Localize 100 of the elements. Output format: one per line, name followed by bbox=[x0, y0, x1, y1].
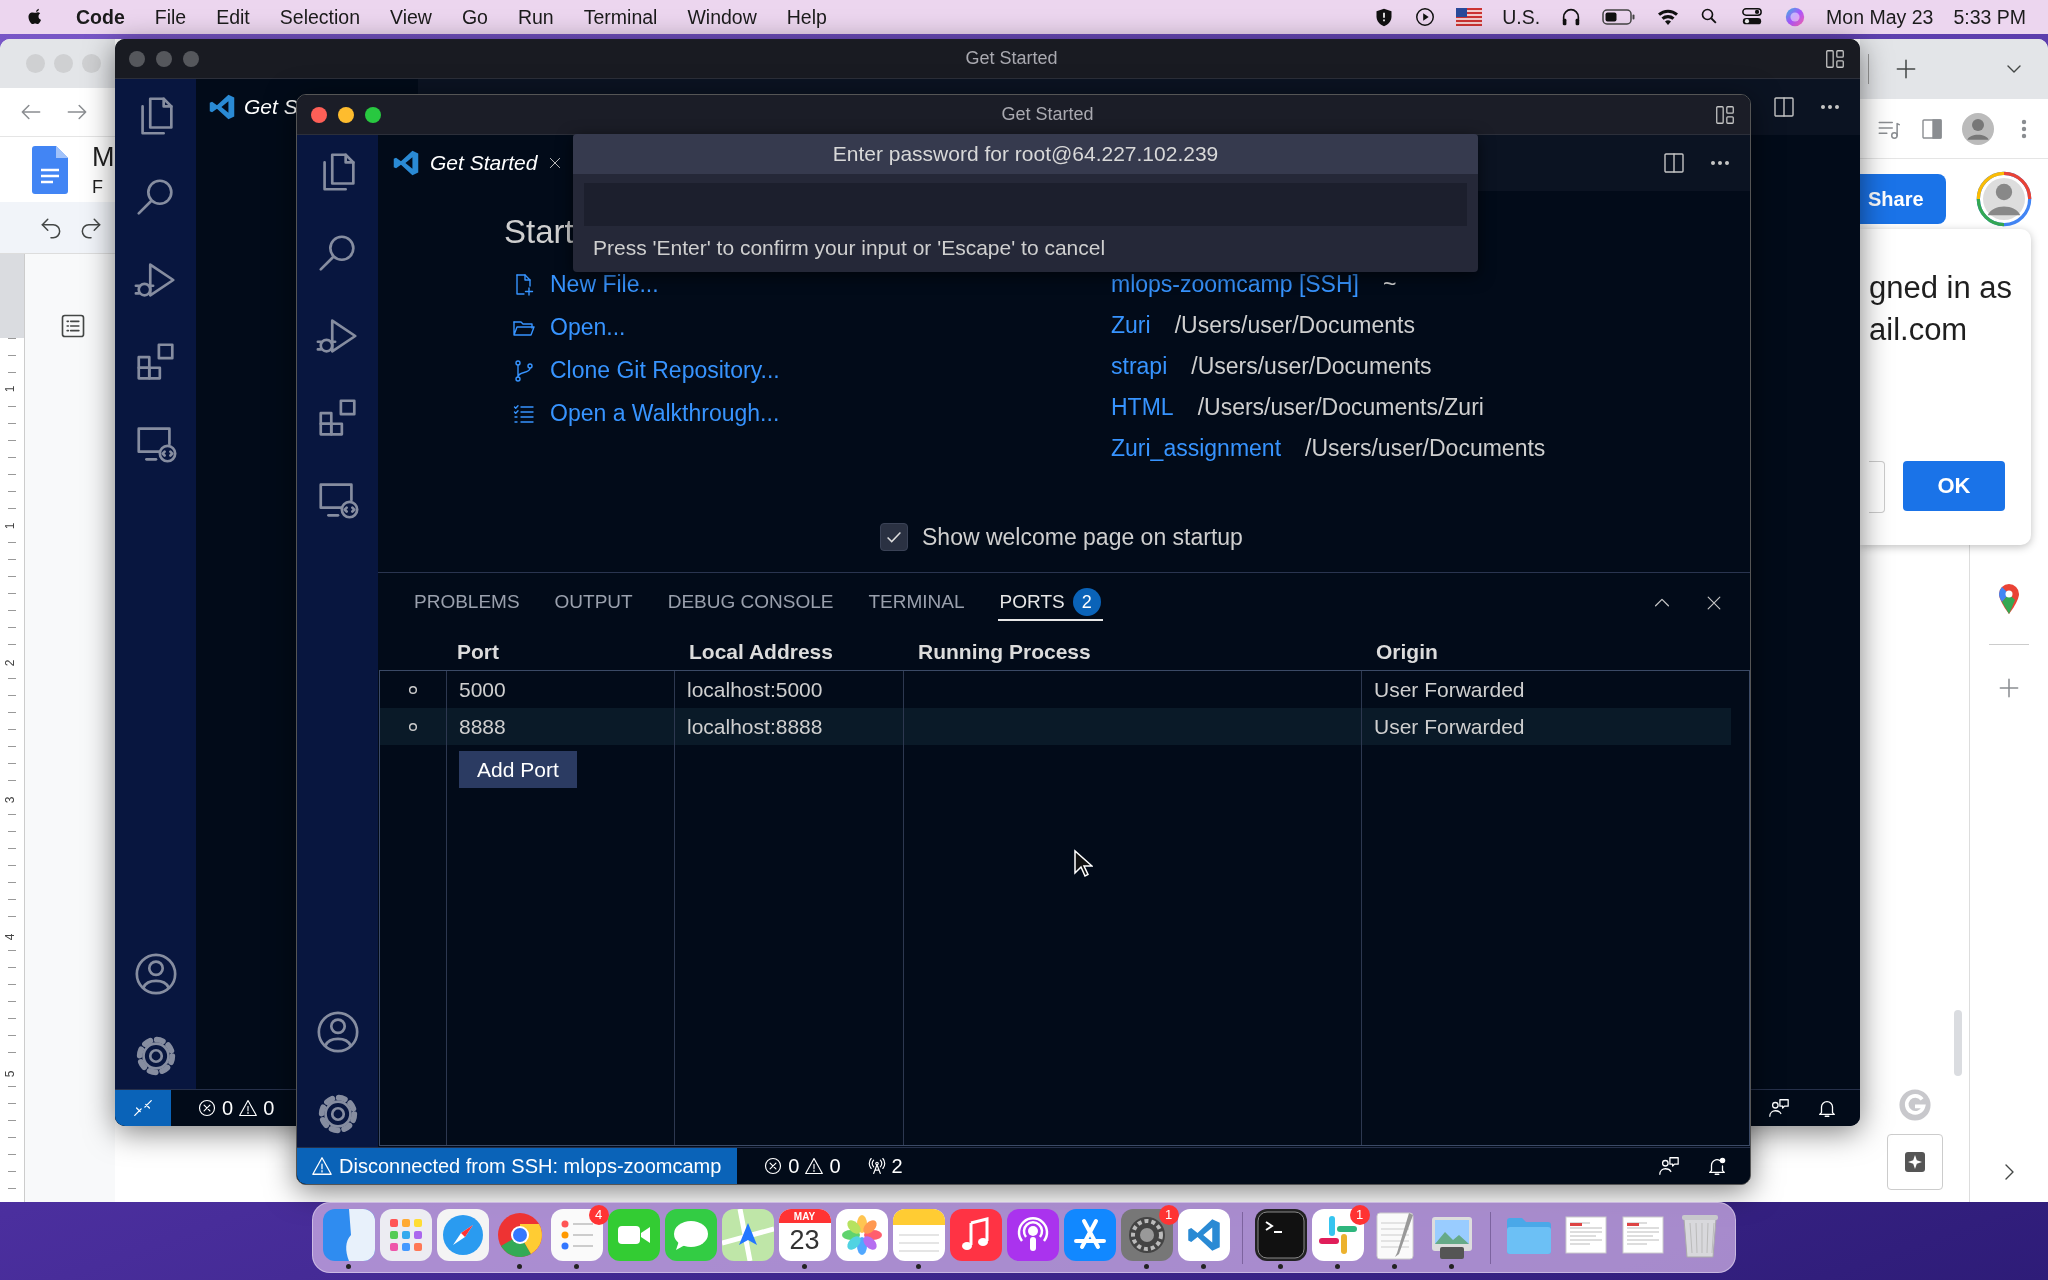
menu-item[interactable]: Edit bbox=[216, 5, 250, 29]
wifi-icon[interactable] bbox=[1656, 7, 1681, 27]
window-title: Get Started bbox=[1000, 104, 1095, 125]
remote-indicator[interactable]: Disconnected from SSH: mlops-zoomcamp bbox=[297, 1148, 738, 1184]
sparkle-icon bbox=[1902, 1150, 1927, 1174]
table-cell: 8888 bbox=[447, 708, 675, 745]
link[interactable]: Open... bbox=[550, 314, 626, 341]
menu-item[interactable]: Selection bbox=[279, 5, 360, 29]
problems-status[interactable]: 0 0 bbox=[763, 1154, 841, 1178]
app-menu[interactable]: Code bbox=[76, 5, 125, 29]
sparkle-button[interactable] bbox=[1886, 1134, 1943, 1190]
table-cell-text: User Forwarded bbox=[1373, 713, 1526, 740]
panel-tab[interactable]: TERMINAL bbox=[866, 585, 967, 621]
terminal-icon[interactable] bbox=[1254, 1208, 1307, 1261]
section-heading: Start bbox=[504, 213, 574, 252]
map-pin-icon[interactable] bbox=[1997, 584, 2021, 614]
hash-icon[interactable] bbox=[1311, 1208, 1364, 1261]
document-icon[interactable] bbox=[32, 145, 68, 194]
window-title: Get Started bbox=[964, 48, 1059, 69]
link[interactable]: mlops-zoomcamp [SSH] bbox=[1111, 271, 1359, 298]
column-header: Port bbox=[456, 638, 500, 665]
menu-item[interactable]: File bbox=[154, 5, 187, 29]
notification-badge: 1 bbox=[1349, 1204, 1370, 1225]
notification-badge: 4 bbox=[588, 1204, 609, 1225]
add-port-button[interactable]: Add Port bbox=[459, 751, 577, 788]
link[interactable]: strapi bbox=[1111, 353, 1168, 380]
notepad-icon[interactable] bbox=[892, 1208, 945, 1261]
problems-status[interactable]: 0 0 bbox=[197, 1096, 275, 1120]
code-editor-icon[interactable] bbox=[1177, 1208, 1230, 1261]
count-badge: 2 bbox=[1072, 588, 1101, 616]
feedback-icon[interactable] bbox=[1768, 1097, 1790, 1119]
folder-path: ~ bbox=[1382, 271, 1397, 298]
calendar-icon[interactable]: MAY 23 bbox=[778, 1208, 831, 1261]
remote-indicator[interactable] bbox=[115, 1090, 171, 1126]
warning-icon bbox=[804, 1156, 825, 1176]
outline-icon[interactable] bbox=[59, 312, 87, 340]
pointer-icon bbox=[1073, 849, 1093, 879]
menu-item[interactable]: Go bbox=[461, 5, 488, 29]
remote-icon bbox=[132, 1097, 154, 1119]
link[interactable]: HTML bbox=[1111, 394, 1174, 421]
map-icon[interactable] bbox=[721, 1208, 774, 1261]
warning-icon bbox=[238, 1098, 259, 1118]
menu-bar-date: Mon May 23 bbox=[1826, 5, 1934, 29]
folder-path: /Users/user/Documents bbox=[1305, 435, 1546, 462]
share-button[interactable]: Share bbox=[1860, 174, 1946, 224]
ok-button[interactable]: OK bbox=[1903, 461, 2005, 511]
chat-bubble-icon[interactable] bbox=[664, 1208, 717, 1261]
avatar[interactable] bbox=[1976, 171, 2032, 227]
music-note-icon[interactable] bbox=[949, 1208, 1002, 1261]
app-grid-icon[interactable] bbox=[379, 1208, 432, 1261]
menu-item[interactable]: View bbox=[390, 5, 432, 29]
link[interactable]: New File... bbox=[550, 271, 659, 298]
avatar[interactable] bbox=[1962, 112, 1994, 145]
panel-tab[interactable]: OUTPUT bbox=[552, 585, 635, 621]
play-circle-icon[interactable] bbox=[1414, 6, 1437, 28]
feedback-icon[interactable] bbox=[1658, 1155, 1680, 1177]
link[interactable]: Open a Walkthrough... bbox=[550, 400, 780, 427]
prompt-hint: Press 'Enter' to confirm your input or 'Escape' to cancel bbox=[592, 235, 1107, 260]
window-control[interactable] bbox=[338, 106, 354, 123]
layout-icon[interactable] bbox=[1714, 103, 1736, 126]
checklist-icon[interactable] bbox=[550, 1208, 603, 1261]
menu-item[interactable]: Run bbox=[517, 5, 554, 29]
menu-bar-clock: 5:33 PM bbox=[1953, 5, 2026, 29]
input-source-label[interactable]: U.S. bbox=[1502, 5, 1541, 29]
gear-icon[interactable] bbox=[1120, 1208, 1173, 1261]
split-editor-icon[interactable] bbox=[1772, 95, 1796, 119]
compass-icon[interactable] bbox=[436, 1208, 489, 1261]
checkbox-label: Show welcome page on startup bbox=[922, 523, 1243, 551]
document-title[interactable]: M bbox=[92, 141, 115, 173]
flower-icon[interactable] bbox=[835, 1208, 888, 1261]
split-editor-icon[interactable] bbox=[1662, 151, 1686, 175]
window-control[interactable] bbox=[365, 106, 381, 123]
table-row[interactable]: 8888 localhost:8888 User Forwarded bbox=[380, 708, 1731, 745]
layout-icon[interactable] bbox=[1824, 47, 1846, 70]
error-icon bbox=[763, 1156, 784, 1176]
panel-tab[interactable]: PROBLEMS bbox=[412, 585, 522, 621]
podcast-icon[interactable] bbox=[1006, 1208, 1059, 1261]
checkbox[interactable] bbox=[880, 523, 908, 551]
panel-tab[interactable]: DEBUG CONSOLE bbox=[665, 585, 836, 621]
antenna-icon bbox=[866, 1156, 887, 1176]
notifications-icon[interactable] bbox=[1706, 1155, 1728, 1177]
menu-item[interactable]: Help bbox=[786, 5, 827, 29]
app-store-icon[interactable] bbox=[1063, 1208, 1116, 1261]
link[interactable]: Zuri_assignment bbox=[1111, 435, 1282, 462]
ports-status[interactable]: 2 bbox=[866, 1154, 903, 1178]
menu-item[interactable]: Terminal bbox=[583, 5, 658, 29]
menu-item[interactable]: F bbox=[92, 176, 115, 198]
battery-icon[interactable] bbox=[1602, 8, 1637, 26]
video-camera-icon[interactable] bbox=[607, 1208, 660, 1261]
orb-icon[interactable] bbox=[1784, 6, 1807, 28]
flag-icon[interactable] bbox=[1456, 8, 1483, 26]
column-header: Local Address bbox=[688, 638, 834, 665]
link[interactable]: Zuri bbox=[1111, 312, 1151, 339]
window-control[interactable] bbox=[311, 106, 327, 123]
shield-icon[interactable] bbox=[1374, 6, 1395, 28]
side-panel-icon[interactable] bbox=[1920, 116, 1944, 141]
prompt-title: Enter password for root@64.227.102.239 bbox=[573, 134, 1478, 174]
menu-item[interactable]: Window bbox=[687, 5, 757, 29]
link[interactable]: Clone Git Repository... bbox=[550, 357, 780, 384]
panel-tab[interactable]: PORTS 2 bbox=[997, 585, 1103, 621]
